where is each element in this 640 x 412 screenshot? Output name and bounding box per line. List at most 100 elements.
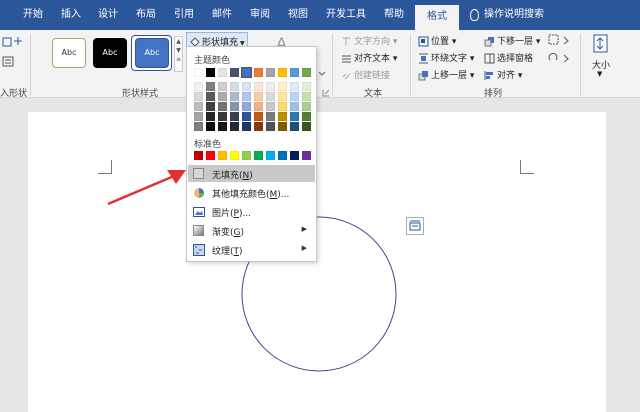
theme-color-swatch[interactable] [230, 68, 239, 77]
group-icon[interactable] [548, 34, 572, 46]
shape-fill-button[interactable]: 形状填充 ▼ [186, 32, 248, 48]
tab-mailings[interactable]: 邮件 [207, 0, 237, 30]
theme-shade-swatch[interactable] [278, 122, 287, 131]
theme-shade-swatch[interactable] [206, 82, 215, 91]
bring-forward-button[interactable]: 上移一层 ▾ [418, 68, 474, 81]
theme-shade-swatch[interactable] [278, 112, 287, 121]
theme-shade-swatch[interactable] [230, 102, 239, 111]
theme-shade-swatch[interactable] [266, 112, 275, 121]
style-gallery-scroll[interactable]: ▲ ▼ ≡ [174, 36, 183, 72]
theme-shade-swatch[interactable] [302, 92, 311, 101]
theme-shade-swatch[interactable] [230, 82, 239, 91]
tab-references[interactable]: 引用 [169, 0, 199, 30]
create-link-button[interactable]: 创建链接 [341, 68, 390, 81]
theme-color-swatch[interactable] [218, 68, 227, 77]
picture-fill-option[interactable]: 图片(P)... [188, 203, 315, 220]
textbox-icon[interactable] [2, 56, 16, 68]
theme-shade-swatch[interactable] [206, 102, 215, 111]
theme-shade-swatch[interactable] [302, 102, 311, 111]
tab-view[interactable]: 视图 [283, 0, 313, 30]
position-button[interactable]: 位置 ▾ [418, 34, 456, 47]
shape-style-outline[interactable]: Abc [52, 38, 86, 68]
theme-shade-swatch[interactable] [194, 122, 203, 131]
theme-shade-swatch[interactable] [230, 122, 239, 131]
theme-shade-swatch[interactable] [302, 82, 311, 91]
layout-options-button[interactable] [406, 217, 424, 235]
theme-color-swatch[interactable] [302, 68, 311, 77]
theme-shade-swatch[interactable] [290, 112, 299, 121]
theme-shade-swatch[interactable] [218, 102, 227, 111]
theme-shade-swatch[interactable] [194, 92, 203, 101]
chevron-down-icon[interactable]: ▼ [597, 70, 602, 78]
theme-color-swatch[interactable] [266, 68, 275, 77]
theme-shade-swatch[interactable] [254, 112, 263, 121]
theme-shade-swatch[interactable] [254, 122, 263, 131]
theme-shade-swatch[interactable] [242, 122, 251, 131]
theme-shade-swatch[interactable] [242, 82, 251, 91]
standard-color-swatch[interactable] [194, 151, 203, 160]
no-fill-option[interactable]: 无填充(N) [188, 165, 315, 182]
theme-shade-swatch[interactable] [242, 112, 251, 121]
tab-developer[interactable]: 开发工具 [322, 0, 370, 30]
tab-home[interactable]: 开始 [18, 0, 48, 30]
theme-shade-swatch[interactable] [194, 82, 203, 91]
theme-shade-swatch[interactable] [194, 112, 203, 121]
tab-layout[interactable]: 布局 [131, 0, 161, 30]
theme-shade-swatch[interactable] [230, 112, 239, 121]
theme-shade-swatch[interactable] [302, 122, 311, 131]
chevron-down-icon[interactable] [318, 69, 326, 77]
standard-color-swatch[interactable] [230, 151, 239, 160]
lightbulb-icon[interactable] [470, 9, 479, 21]
theme-shade-swatch[interactable] [278, 102, 287, 111]
theme-shade-swatch[interactable] [242, 102, 251, 111]
theme-color-swatch[interactable] [194, 68, 203, 77]
standard-color-swatch[interactable] [206, 151, 215, 160]
selection-pane-button[interactable]: 选择窗格 [484, 51, 533, 64]
theme-color-swatch[interactable] [290, 68, 299, 77]
theme-shade-swatch[interactable] [206, 112, 215, 121]
theme-shade-swatch[interactable] [290, 122, 299, 131]
theme-shade-swatch[interactable] [254, 92, 263, 101]
standard-color-swatch[interactable] [302, 151, 311, 160]
standard-color-swatch[interactable] [266, 151, 275, 160]
shape-style-black[interactable]: Abc [93, 38, 127, 68]
rotate-icon[interactable] [548, 52, 572, 64]
gradient-fill-option[interactable]: 渐变(G) ▶ [188, 222, 315, 239]
tab-format[interactable]: 格式 [415, 5, 459, 30]
standard-color-swatch[interactable] [278, 151, 287, 160]
theme-shade-swatch[interactable] [206, 92, 215, 101]
wrap-text-button[interactable]: 环绕文字 ▾ [418, 51, 474, 64]
theme-shade-swatch[interactable] [206, 122, 215, 131]
theme-shade-swatch[interactable] [290, 92, 299, 101]
theme-shade-swatch[interactable] [242, 92, 251, 101]
theme-shade-swatch[interactable] [278, 82, 287, 91]
theme-shade-swatch[interactable] [218, 92, 227, 101]
size-icon[interactable] [593, 34, 609, 54]
theme-shade-swatch[interactable] [254, 102, 263, 111]
theme-shade-swatch[interactable] [278, 92, 287, 101]
theme-shade-swatch[interactable] [266, 122, 275, 131]
theme-color-swatch[interactable] [206, 68, 215, 77]
theme-color-swatch[interactable] [241, 67, 252, 78]
send-backward-button[interactable]: 下移一层 ▾ [484, 34, 540, 47]
theme-shade-swatch[interactable] [290, 82, 299, 91]
theme-shade-swatch[interactable] [254, 82, 263, 91]
standard-color-swatch[interactable] [242, 151, 251, 160]
shape-style-blue[interactable]: Abc [135, 38, 169, 68]
standard-color-swatch[interactable] [290, 151, 299, 160]
theme-shade-swatch[interactable] [230, 92, 239, 101]
dialog-launcher-icon[interactable] [322, 89, 330, 97]
theme-color-swatch[interactable] [254, 68, 263, 77]
theme-shade-swatch[interactable] [266, 92, 275, 101]
theme-shade-swatch[interactable] [218, 82, 227, 91]
text-direction-button[interactable]: 文字方向 ▾ [341, 34, 397, 47]
align-text-button[interactable]: 对齐文本 ▾ [341, 51, 397, 64]
edit-shape-icon[interactable] [2, 36, 24, 50]
theme-shade-swatch[interactable] [290, 102, 299, 111]
theme-shade-swatch[interactable] [266, 102, 275, 111]
tab-design[interactable]: 设计 [93, 0, 123, 30]
tab-insert[interactable]: 插入 [56, 0, 86, 30]
standard-color-swatch[interactable] [218, 151, 227, 160]
theme-color-swatch[interactable] [278, 68, 287, 77]
theme-shade-swatch[interactable] [218, 122, 227, 131]
